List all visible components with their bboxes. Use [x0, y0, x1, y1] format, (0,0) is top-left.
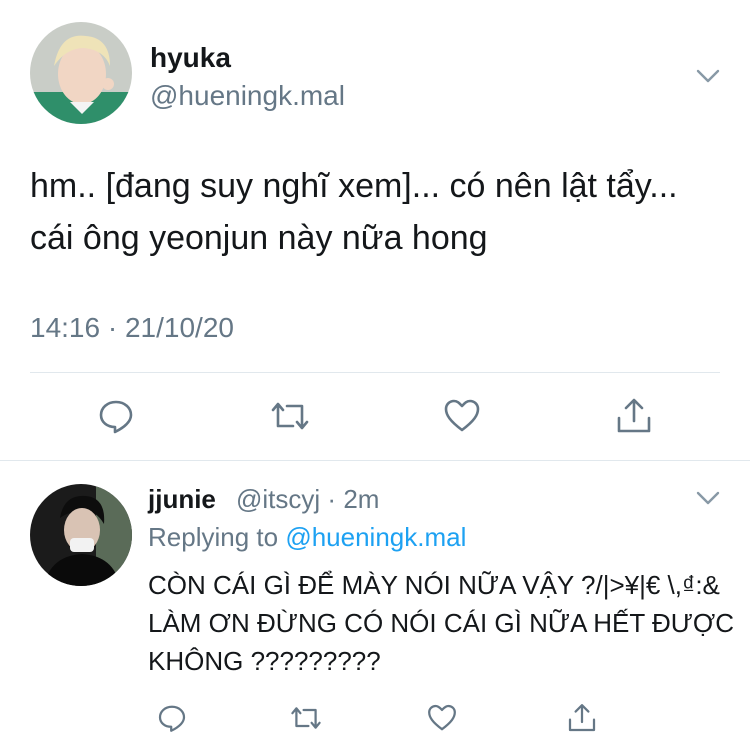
share-icon: [617, 398, 651, 433]
reply-icon: [99, 400, 133, 434]
replying-label: Replying to: [148, 522, 279, 552]
author-name[interactable]: hyuka: [150, 42, 231, 74]
share-button[interactable]: [612, 394, 656, 438]
tweet-timestamp[interactable]: 14:16 · 21/10/20: [30, 312, 234, 344]
reply-chevron-down-icon[interactable]: [694, 484, 722, 512]
replying-to: Replying to @hueningk.mal: [148, 522, 466, 553]
retweet-icon: [271, 402, 309, 430]
reply-author-avatar[interactable]: [30, 484, 132, 586]
reply-icon: [158, 705, 186, 732]
heart-icon: [428, 704, 456, 731]
reply-share-button[interactable]: [564, 700, 600, 736]
divider: [30, 372, 720, 373]
tweet-date: 21/10/20: [124, 312, 234, 343]
reply-text: CÒN CÁI GÌ ĐỂ MÀY NÓI NỮA VẬY ?/|>¥|€ \,…: [148, 570, 735, 676]
chevron-down-icon[interactable]: [694, 62, 722, 90]
heart-icon: [444, 399, 480, 432]
tweet-time: 14:16: [30, 312, 101, 343]
reply-author-handle[interactable]: @itscyj: [236, 484, 320, 514]
replying-handle-link[interactable]: @hueningk.mal: [285, 522, 466, 552]
share-icon: [568, 704, 596, 732]
section-divider: [0, 460, 750, 461]
meta-separator: ·: [107, 312, 118, 343]
meta-separator: ·: [327, 484, 337, 514]
author-handle[interactable]: @hueningk.mal: [150, 80, 345, 112]
reply-author-meta: @itscyj · 2m: [236, 484, 379, 515]
retweet-icon: [291, 707, 321, 729]
reply-age[interactable]: 2m: [343, 484, 379, 514]
author-avatar[interactable]: [30, 22, 132, 124]
reply-author-name[interactable]: jjunie: [148, 484, 216, 515]
reply-reply-button[interactable]: [154, 700, 190, 736]
reply-button[interactable]: [94, 394, 138, 438]
like-button[interactable]: [440, 394, 484, 438]
reply-retweet-button[interactable]: [286, 700, 326, 736]
reply-like-button[interactable]: [424, 700, 460, 736]
tweet-text: hm.. [đang suy nghĩ xem]... có nên lật t…: [30, 167, 678, 257]
retweet-button[interactable]: [266, 394, 314, 438]
